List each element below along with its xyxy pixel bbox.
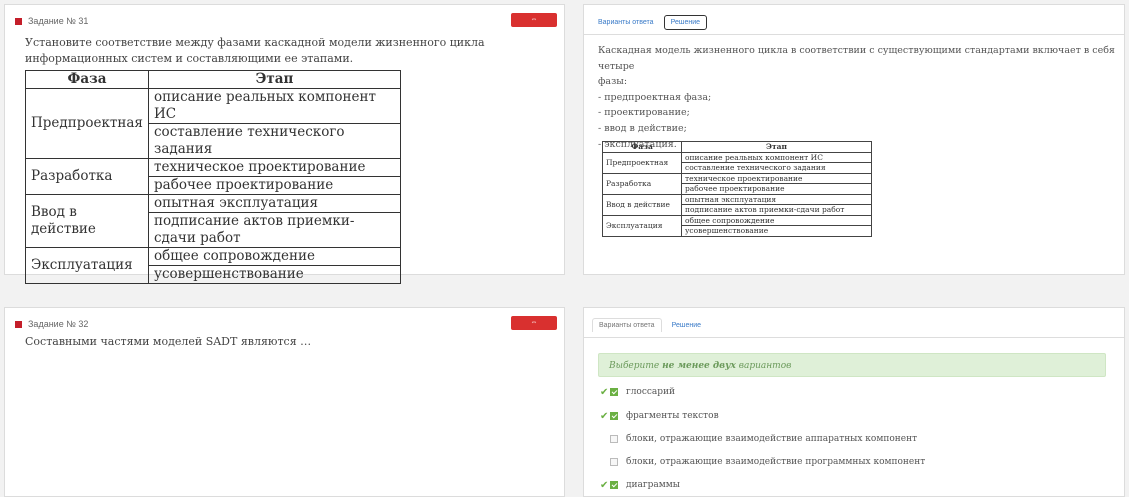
phase-cell: Эксплуатация <box>25 247 149 284</box>
option-checkbox[interactable] <box>610 435 618 443</box>
hint-text: вариантов <box>738 361 792 371</box>
expand-button[interactable]: ⇔ развернуть <box>511 316 557 340</box>
table-header-phase: Фаза <box>25 70 149 89</box>
answer-option[interactable]: ✔ глоссарий <box>600 385 675 399</box>
stage-cell: составление технического задания <box>148 123 401 159</box>
task-32-card: Задание № 32 ⇔ развернуть Составными час… <box>4 307 565 497</box>
option-label: блоки, отражающие взаимодействие програм… <box>626 457 926 467</box>
phase-cell: Ввод в действие <box>602 193 682 216</box>
solution-31-card: Варианты ответа Решение Каскадная модель… <box>583 4 1125 275</box>
solution-line: - предпроектная фаза; <box>598 91 712 103</box>
option-checkbox[interactable] <box>610 458 618 466</box>
stage-cell: техническое проектирование <box>681 172 872 184</box>
solution-phase-stage-table: Фаза Этап Предпроектная описание реальны… <box>602 141 872 237</box>
answer-option[interactable]: ✔ диаграммы <box>600 478 680 492</box>
expand-button[interactable]: ⇔ развернуть <box>511 13 557 37</box>
task-marker-icon <box>15 320 22 328</box>
correct-check-icon: ✔ <box>600 410 609 422</box>
stage-cell: общее сопровождение <box>681 214 872 226</box>
stage-cell: описание реальных компонент ИС <box>148 88 401 124</box>
stage-cell: описание реальных компонент ИС <box>681 151 872 163</box>
stage-cell: усовершенствование <box>681 225 872 237</box>
solution-line: - проектирование; <box>598 107 690 119</box>
option-label: фрагменты текстов <box>626 411 719 421</box>
selection-hint: Выберите не менее двух вариантов <box>598 353 1106 377</box>
option-label: глоссарий <box>626 387 676 397</box>
stage-cell: рабочее проектирование <box>681 183 872 195</box>
stage-cell: усовершенствование <box>148 265 401 284</box>
option-checkbox[interactable] <box>610 412 618 420</box>
task-32-question: Составными частями моделей SADT являются… <box>25 335 312 348</box>
solution-line: - ввод в действие; <box>598 122 687 134</box>
option-checkbox[interactable] <box>610 388 618 396</box>
expand-icon: ⇔ <box>530 319 538 326</box>
solution-line: Каскадная модель жизненного цикла в соот… <box>598 45 1115 72</box>
answer-tabs: Варианты ответа Решение <box>592 318 711 332</box>
solution-text: Каскадная модель жизненного цикла в соот… <box>598 43 1118 152</box>
task-marker-icon <box>15 17 22 25</box>
tab-divider <box>584 34 1124 35</box>
stage-cell: опытная эксплуатация <box>148 194 401 213</box>
stage-cell: общее сопровождение <box>148 247 401 266</box>
phase-cell: Разработка <box>602 172 682 195</box>
option-checkbox[interactable] <box>610 481 618 489</box>
task-31-card: Задание № 31 ⇔ развернуть Установите соо… <box>4 4 565 284</box>
option-label: блоки, отражающие взаимодействие аппарат… <box>626 434 918 444</box>
stage-cell: составление технического задания <box>681 162 872 174</box>
task-32-header: Задание № 32 <box>15 317 88 331</box>
table-header-stage: Этап <box>681 141 872 153</box>
task-31-question: Установите соответствие между фазами кас… <box>25 36 485 65</box>
phase-cell: Разработка <box>25 158 149 195</box>
answer-option[interactable]: блоки, отражающие взаимодействие програм… <box>600 455 925 469</box>
phase-stage-table: Фаза Этап Предпроектная описание реальны… <box>25 70 401 284</box>
phase-cell: Эксплуатация <box>602 214 682 237</box>
solution-line: фазы: <box>598 76 628 88</box>
stage-cell: подписание актов приемки-сдачи работ <box>148 212 401 248</box>
tab-solution[interactable]: Решение <box>666 319 707 332</box>
stage-cell: подписание актов приемки-сдачи работ <box>681 204 872 216</box>
task-31-header: Задание № 31 <box>15 14 88 28</box>
phase-cell: Ввод в действие <box>25 194 149 248</box>
stage-cell: опытная эксплуатация <box>681 193 872 205</box>
correct-check-icon: ✔ <box>600 386 609 398</box>
tab-answer-options[interactable]: Варианты ответа <box>592 318 662 332</box>
task-32-number: Задание № 32 <box>28 319 89 329</box>
answers-32-card: Варианты ответа Решение Выберите не мене… <box>583 307 1125 497</box>
answer-tabs: Варианты ответа Решение <box>592 15 711 30</box>
answer-option[interactable]: ✔ фрагменты текстов <box>600 409 719 423</box>
tab-solution[interactable]: Решение <box>663 15 708 30</box>
hint-text: Выберите <box>609 361 660 371</box>
hint-emphasis: не менее двух <box>662 361 736 371</box>
stage-cell: рабочее проектирование <box>148 176 401 195</box>
tab-answer-options[interactable]: Варианты ответа <box>592 16 660 29</box>
tab-divider <box>584 337 1124 338</box>
option-label: диаграммы <box>626 480 680 490</box>
phase-cell: Предпроектная <box>602 151 682 174</box>
phase-cell: Предпроектная <box>25 88 149 159</box>
expand-icon: ⇔ <box>530 16 538 23</box>
correct-check-icon: ✔ <box>600 479 609 491</box>
stage-cell: техническое проектирование <box>148 158 401 177</box>
answer-option[interactable]: блоки, отражающие взаимодействие аппарат… <box>600 432 917 446</box>
table-header-stage: Этап <box>148 70 401 89</box>
table-header-phase: Фаза <box>602 141 682 153</box>
task-31-number: Задание № 31 <box>28 16 89 26</box>
